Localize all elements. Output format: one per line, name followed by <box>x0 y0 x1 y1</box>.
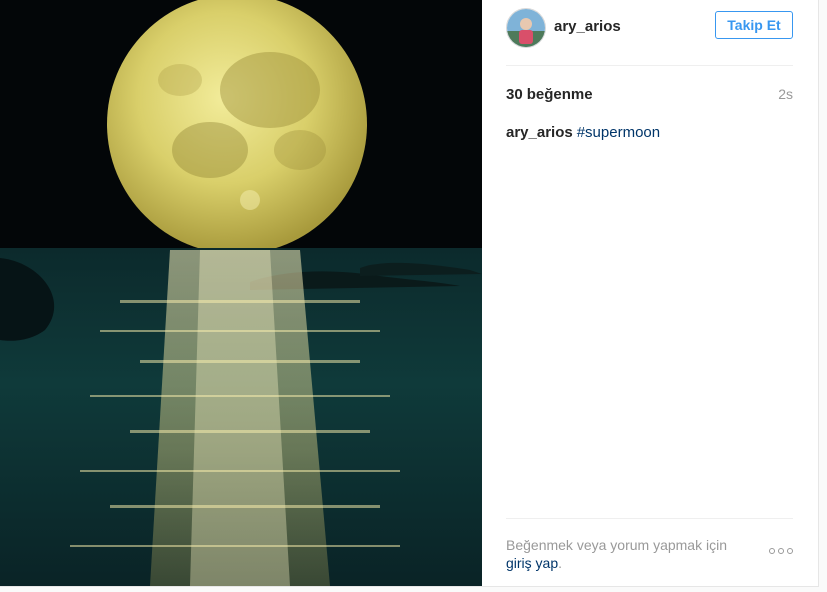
post-card: ary_arios Takip Et 30 beğenme 2s ary_ario… <box>0 0 819 587</box>
more-dot <box>787 548 793 554</box>
post-footer: Beğenmek veya yorum yapmak için giriş ya… <box>506 518 793 579</box>
avatar[interactable] <box>506 8 546 48</box>
post-sidebar: ary_arios Takip Et 30 beğenme 2s ary_ario… <box>482 0 818 586</box>
likes-label: beğenme <box>526 86 593 103</box>
supermoon-photo <box>0 0 482 586</box>
likes-row: 30 beğenme 2s <box>506 86 793 106</box>
login-link[interactable]: giriş yap <box>506 555 558 571</box>
post-header: ary_arios Takip Et <box>506 0 793 66</box>
login-prompt: Beğenmek veya yorum yapmak için giriş ya… <box>506 536 756 572</box>
login-prompt-suffix: . <box>558 555 563 571</box>
author-username[interactable]: ary_arios <box>554 18 621 35</box>
more-dot <box>778 548 784 554</box>
login-prompt-text: Beğenmek veya yorum yapmak için <box>506 537 727 553</box>
avatar-image <box>507 9 545 47</box>
post-image[interactable] <box>0 0 482 586</box>
more-dot <box>769 548 775 554</box>
more-options-icon[interactable] <box>769 546 793 556</box>
caption-username[interactable]: ary_arios <box>506 124 573 141</box>
post-caption: ary_arios #supermoon <box>506 124 793 141</box>
likes-summary[interactable]: 30 beğenme <box>506 86 593 103</box>
likes-count: 30 <box>506 86 523 103</box>
caption-hashtag[interactable]: #supermoon <box>577 124 660 141</box>
moon <box>107 0 367 254</box>
post-timestamp[interactable]: 2s <box>778 86 793 102</box>
follow-button[interactable]: Takip Et <box>715 11 793 39</box>
